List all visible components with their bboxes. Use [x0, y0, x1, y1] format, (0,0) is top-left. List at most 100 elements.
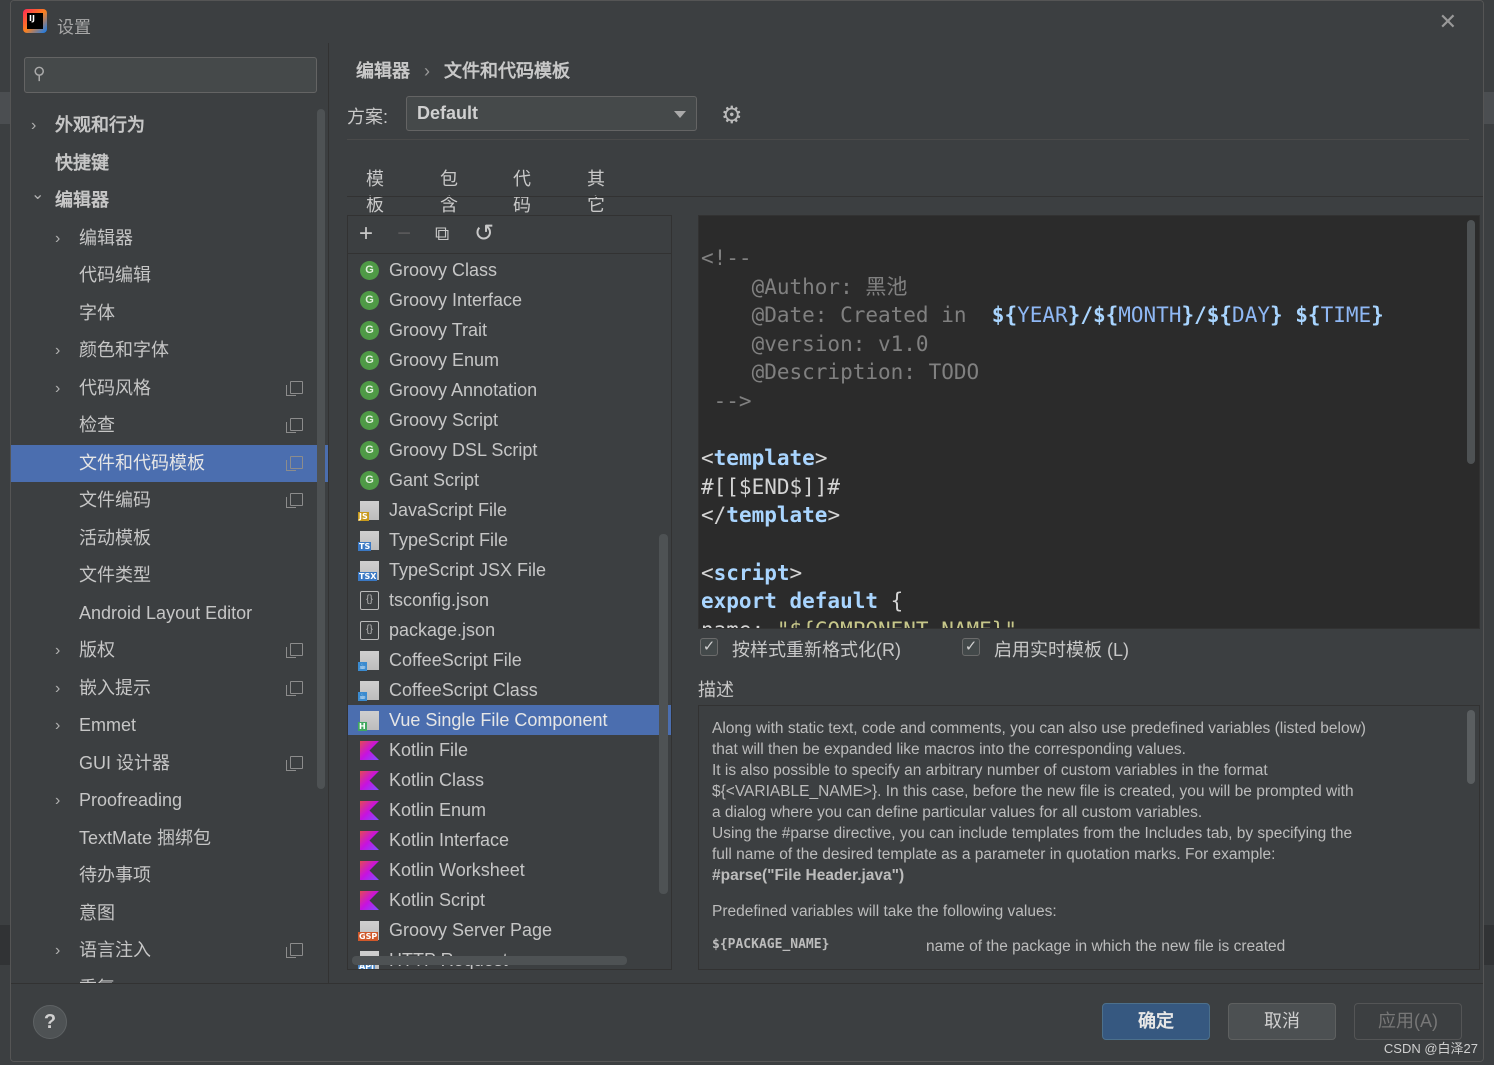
template-item[interactable]: {} tsconfig.json	[348, 585, 671, 615]
file-type-tag: ☕	[358, 662, 368, 671]
description-panel: ${PACKAGE_NAME} name of the package in w…	[698, 705, 1480, 970]
sidebar-item[interactable]: 检查	[11, 407, 328, 445]
template-item[interactable]: G Groovy Enum	[348, 345, 671, 375]
project-scope-icon	[286, 643, 303, 658]
sidebar-item[interactable]: Android Layout Editor	[11, 595, 328, 633]
chevron-right-icon[interactable]: ›	[55, 932, 60, 970]
template-item[interactable]: ☕ CoffeeScript Class	[348, 675, 671, 705]
template-item[interactable]: GSP Groovy Server Page	[348, 915, 671, 945]
template-item[interactable]: G Groovy Class	[348, 255, 671, 285]
chevron-down-icon[interactable]: ⌄	[31, 176, 44, 214]
template-code-editor[interactable]: <!-- @Author: 黑池 @Date: Created in ${YEA…	[698, 215, 1480, 629]
vue-file-icon: H	[358, 711, 379, 731]
copy-template-button[interactable]: ⧉	[435, 220, 449, 248]
template-item[interactable]: G Groovy Interface	[348, 285, 671, 315]
search-input[interactable]: ⚲	[24, 57, 317, 93]
chevron-right-icon[interactable]: ›	[55, 220, 60, 258]
sidebar-item[interactable]: › 语言注入	[11, 932, 328, 970]
template-item[interactable]: G Gant Script	[348, 465, 671, 495]
sidebar-item[interactable]: 文件编码	[11, 482, 328, 520]
sidebar-item[interactable]: › 嵌入提示	[11, 670, 328, 708]
template-item[interactable]: ☕ CoffeeScript File	[348, 645, 671, 675]
sidebar-item[interactable]: 文件和代码模板	[11, 444, 328, 482]
close-icon[interactable]: ✕	[1439, 9, 1457, 35]
live-templates-label: 启用实时模板 (L)	[994, 640, 1129, 660]
code-token: >	[814, 446, 828, 471]
template-item-label: Groovy DSL Script	[389, 440, 538, 460]
tab-2[interactable]: 代码	[513, 165, 531, 217]
apply-button[interactable]: 应用(A)	[1354, 1003, 1462, 1040]
chevron-right-icon[interactable]: ›	[55, 332, 60, 370]
sidebar-item[interactable]: 重复	[11, 970, 328, 984]
ok-button[interactable]: 确定	[1102, 1003, 1210, 1040]
chevron-right-icon[interactable]: ›	[31, 107, 36, 145]
sidebar-item[interactable]: 代码编辑	[11, 257, 328, 295]
add-template-button[interactable]: +	[359, 220, 373, 248]
template-item[interactable]: G Groovy DSL Script	[348, 435, 671, 465]
sidebar-item-label: 文件类型	[79, 565, 151, 585]
tab-1[interactable]: 包含	[440, 165, 458, 217]
chevron-right-icon[interactable]: ›	[55, 707, 60, 745]
sidebar-item[interactable]: › 代码风格	[11, 370, 328, 408]
sidebar-item[interactable]: 意图	[11, 895, 328, 933]
sidebar-item[interactable]: 字体	[11, 295, 328, 333]
template-item[interactable]: G Groovy Script	[348, 405, 671, 435]
sidebar-item[interactable]: › 颜色和字体	[11, 332, 328, 370]
template-item[interactable]: Kotlin Interface	[348, 825, 671, 855]
breadcrumb-parent[interactable]: 编辑器	[356, 61, 410, 81]
template-item[interactable]: JS JavaScript File	[348, 495, 671, 525]
sidebar-item[interactable]: 待办事项	[11, 857, 328, 895]
sidebar-item[interactable]: 快捷键	[11, 145, 328, 183]
template-list-hscrollbar[interactable]	[352, 956, 627, 965]
checkbox-check-icon: ✓	[700, 638, 718, 656]
template-item[interactable]: H Vue Single File Component	[348, 705, 671, 735]
tab-3[interactable]: 其它	[587, 165, 605, 217]
file-type-tag: TSX	[358, 572, 378, 581]
template-item[interactable]: TSX TypeScript JSX File	[348, 555, 671, 585]
code-token: -->	[701, 389, 752, 413]
template-item[interactable]: Kotlin Worksheet	[348, 855, 671, 885]
sidebar-item[interactable]: GUI 设计器	[11, 745, 328, 783]
sidebar-item[interactable]: TextMate 捆绑包	[11, 820, 328, 858]
template-item[interactable]: G Groovy Annotation	[348, 375, 671, 405]
code-line: @version: v1.0	[701, 330, 929, 359]
reset-template-button[interactable]: ↺	[474, 220, 494, 248]
template-item[interactable]: {} package.json	[348, 615, 671, 645]
sidebar-item[interactable]: › 版权	[11, 632, 328, 670]
sidebar-item[interactable]: › Proofreading	[11, 782, 328, 820]
template-item[interactable]: G Groovy Trait	[348, 315, 671, 345]
project-scope-icon	[286, 418, 303, 433]
sidebar-scrollbar[interactable]	[317, 109, 325, 789]
template-item-label: TypeScript File	[389, 530, 509, 550]
scheme-dropdown[interactable]: Default	[406, 96, 697, 131]
chevron-right-icon[interactable]: ›	[55, 782, 60, 820]
template-item[interactable]: Kotlin Script	[348, 885, 671, 915]
template-item[interactable]: TS TypeScript File	[348, 525, 671, 555]
code-token: @version: v1.0	[701, 331, 929, 356]
description-scrollbar[interactable]	[1467, 710, 1475, 784]
template-item[interactable]: Kotlin Class	[348, 765, 671, 795]
sidebar-item[interactable]: 文件类型	[11, 557, 328, 595]
sidebar-item-label: 编辑器	[55, 190, 109, 210]
scheme-value: Default	[417, 103, 479, 123]
sidebar-item[interactable]: ⌄ 编辑器	[11, 182, 328, 220]
remove-template-button[interactable]: −	[397, 220, 411, 248]
chevron-right-icon[interactable]: ›	[55, 632, 60, 670]
editor-scrollbar[interactable]	[1467, 220, 1475, 464]
sidebar-item[interactable]: › Emmet	[11, 707, 328, 745]
sidebar-item[interactable]: 活动模板	[11, 520, 328, 558]
project-scope-icon	[286, 493, 303, 508]
help-button[interactable]: ?	[33, 1005, 67, 1039]
sidebar-item-label: 语言注入	[79, 940, 151, 960]
template-list-scrollbar[interactable]	[659, 534, 668, 894]
template-item[interactable]: Kotlin Enum	[348, 795, 671, 825]
sidebar-item-label: 文件和代码模板	[79, 452, 205, 473]
sidebar-item[interactable]: › 编辑器	[11, 220, 328, 258]
cancel-button[interactable]: 取消	[1228, 1003, 1336, 1040]
chevron-right-icon[interactable]: ›	[55, 370, 60, 408]
template-item[interactable]: Kotlin File	[348, 735, 671, 765]
chevron-right-icon[interactable]: ›	[55, 670, 60, 708]
gear-icon[interactable]: ⚙	[721, 101, 743, 130]
tab-0[interactable]: 模板	[347, 165, 403, 227]
sidebar-item[interactable]: › 外观和行为	[11, 107, 328, 145]
